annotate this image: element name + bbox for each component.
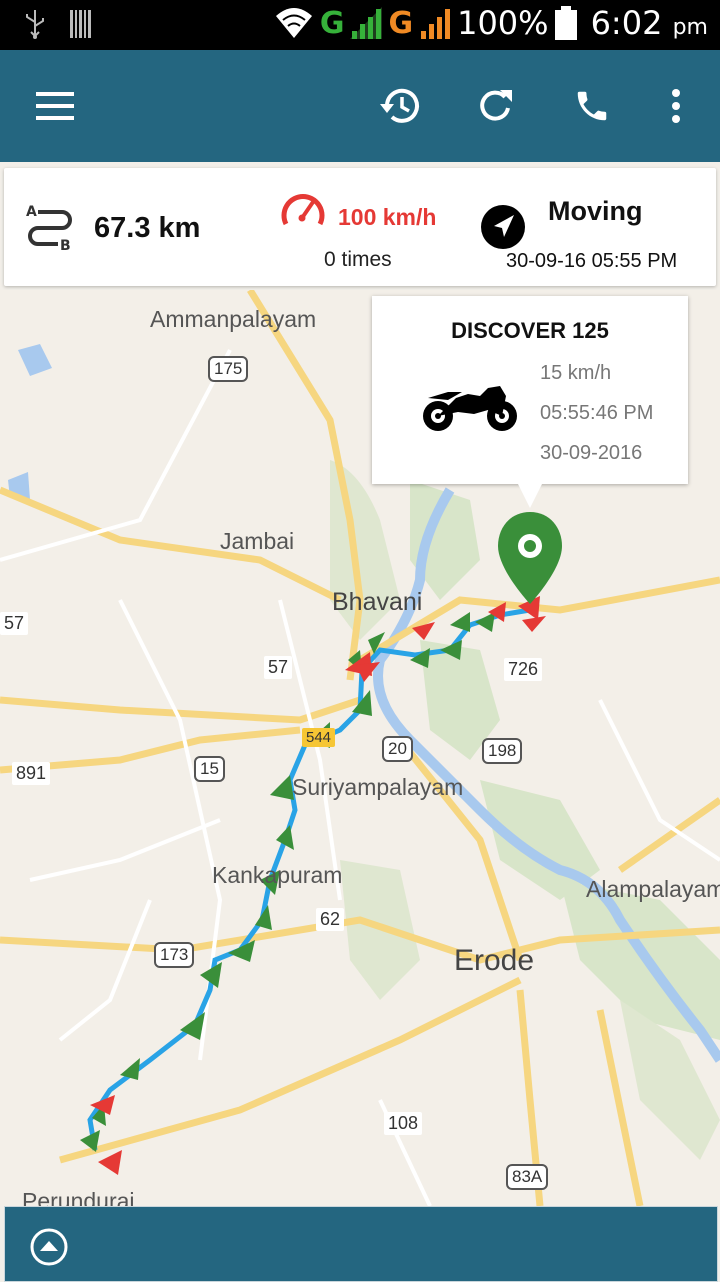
- svg-text:B: B: [60, 238, 71, 252]
- info-time: 05:55:46 PM: [540, 402, 654, 424]
- road-label: 891: [12, 762, 51, 785]
- place-label: Ammanpalayam: [150, 306, 317, 332]
- wifi-icon: [275, 8, 312, 38]
- info-window-pointer: [518, 484, 542, 508]
- clock-time: 6:02: [590, 4, 663, 42]
- history-icon: [380, 88, 419, 123]
- signal-icon-2: [421, 9, 451, 39]
- clock-ampm: pm: [672, 15, 708, 40]
- phone-icon: [577, 91, 607, 121]
- more-vert-icon: [672, 89, 680, 123]
- refresh-button[interactable]: [468, 78, 524, 134]
- road-label: 108: [384, 1112, 423, 1135]
- status-bar: G G 100% 6:02 pm: [0, 0, 720, 50]
- svg-text:A: A: [26, 204, 37, 220]
- barcode-icon: [70, 10, 91, 38]
- overflow-menu-button[interactable]: [648, 78, 704, 134]
- place-label: Bhavani: [332, 588, 423, 616]
- hamburger-icon: [36, 92, 74, 120]
- road-label: 62: [316, 908, 345, 931]
- road-shield: 20: [382, 736, 413, 762]
- battery-percent: 100%: [457, 4, 549, 42]
- history-button[interactable]: [372, 78, 428, 134]
- distance-value: 67.3 km: [94, 212, 201, 244]
- vehicle-name: DISCOVER 125: [451, 318, 609, 343]
- bottom-panel[interactable]: [4, 1206, 718, 1282]
- place-label: Perundurai: [22, 1188, 135, 1206]
- trip-summary-card: A B 67.3 km 100 km/h 0 times Moving 30-0…: [4, 168, 716, 286]
- highway-shield: 544: [302, 728, 336, 747]
- chevron-up-circle-icon: [30, 1228, 68, 1266]
- network-type-2: G: [388, 5, 414, 41]
- refresh-icon: [480, 90, 512, 121]
- last-update-timestamp: 30-09-16 05:55 PM: [506, 250, 678, 272]
- road-label: 57: [0, 612, 29, 635]
- route-distance-icon: A B: [26, 204, 72, 252]
- overspeed-count: 0 times: [324, 248, 392, 271]
- place-label: Alampalayam: [586, 876, 720, 902]
- road-label: 57: [264, 656, 293, 679]
- place-label: Suriyampalayam: [292, 774, 464, 800]
- app-toolbar: [0, 50, 720, 162]
- vehicle-status: Moving: [548, 196, 643, 226]
- battery-icon: [554, 6, 577, 40]
- place-label: Erode: [454, 944, 535, 977]
- road-label: 726: [504, 658, 543, 681]
- road-shield: 15: [194, 756, 225, 782]
- road-shield: 198: [482, 738, 523, 764]
- speedometer-icon: [281, 194, 325, 226]
- road-shield: 83A: [506, 1164, 549, 1190]
- speed-limit: 100 km/h: [338, 204, 437, 230]
- usb-icon: [26, 10, 44, 39]
- location-pin[interactable]: [498, 512, 562, 604]
- call-button[interactable]: [564, 78, 620, 134]
- info-speed: 15 km/h: [540, 362, 612, 384]
- road-shield: 173: [154, 942, 195, 968]
- menu-button[interactable]: [28, 78, 84, 134]
- vehicle-info-window[interactable]: DISCOVER 125 15 km/h 05:55:46 PM 30-09-2…: [372, 296, 688, 484]
- place-label: Kankapuram: [212, 862, 343, 888]
- expand-panel-button[interactable]: [29, 1227, 69, 1272]
- info-date: 30-09-2016: [540, 442, 643, 464]
- road-shield: 175: [208, 356, 249, 382]
- motorcycle-icon: [423, 386, 517, 431]
- place-label: Jambai: [220, 528, 295, 554]
- navigation-icon: [481, 205, 525, 249]
- network-type-1: G: [319, 5, 345, 41]
- signal-icon-1: [350, 7, 383, 39]
- clock: 6:02 pm: [591, 4, 708, 42]
